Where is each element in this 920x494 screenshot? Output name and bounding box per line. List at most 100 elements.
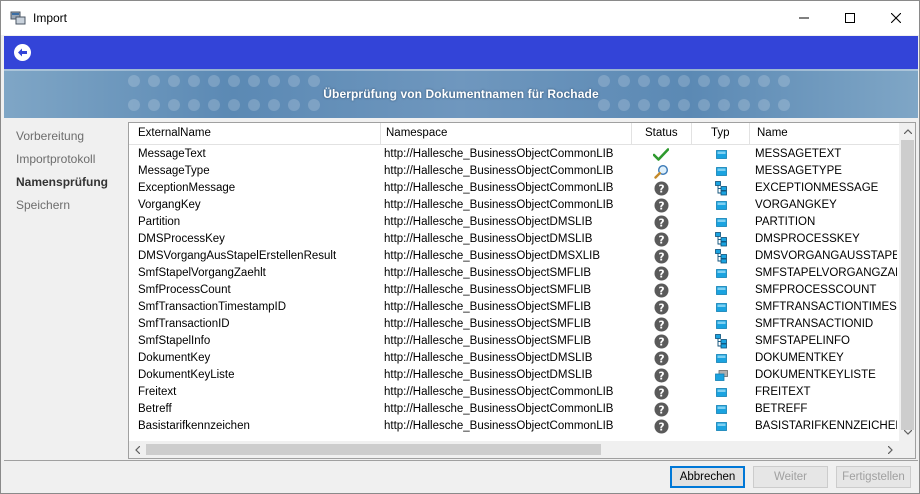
- table-row[interactable]: DMSProcessKey http://Hallesche_BusinessOb…: [129, 231, 899, 248]
- question-icon: ?: [652, 401, 670, 418]
- scroll-down-icon[interactable]: [899, 424, 915, 441]
- list-icon: [712, 367, 730, 384]
- question-icon: ?: [652, 248, 670, 265]
- import-window: Import Überprüfung von Dokumentnamen für…: [0, 0, 920, 494]
- question-icon: ?: [652, 180, 670, 197]
- table-row[interactable]: SmfTransactionID http://Hallesche_Busines…: [129, 316, 899, 333]
- field-icon: [712, 384, 730, 401]
- table-row[interactable]: SmfTransactionTimestampID http://Hallesch…: [129, 299, 899, 316]
- table-row[interactable]: DokumentKeyListe http://Hallesche_Busines…: [129, 367, 899, 384]
- table-row[interactable]: Partition http://Hallesche_BusinessObject…: [129, 214, 899, 231]
- horizontal-scrollbar[interactable]: [129, 441, 899, 458]
- column-separator[interactable]: [631, 123, 632, 145]
- cell-namespace: http://Hallesche_BusinessObjectCommonLIB: [384, 182, 614, 194]
- column-separator[interactable]: [380, 123, 381, 145]
- finish-button[interactable]: Fertigstellen: [836, 466, 911, 488]
- table-row[interactable]: Betreff http://Hallesche_BusinessObjectCo…: [129, 401, 899, 418]
- table-row[interactable]: VorgangKey http://Hallesche_BusinessObjec…: [129, 197, 899, 214]
- cell-namespace: http://Hallesche_BusinessObjectCommonLIB: [384, 420, 614, 432]
- svg-text:?: ?: [658, 421, 664, 433]
- column-separator[interactable]: [691, 123, 692, 145]
- table-row[interactable]: SmfStapelInfo http://Hallesche_BusinessOb…: [129, 333, 899, 350]
- maximize-button[interactable]: [827, 1, 873, 35]
- table-row[interactable]: MessageText http://Hallesche_BusinessObje…: [129, 146, 899, 163]
- cell-namespace: http://Hallesche_BusinessObjectDMSLIB: [384, 369, 593, 381]
- field-icon: [712, 265, 730, 282]
- cancel-button[interactable]: Abbrechen: [670, 466, 745, 488]
- cell-external-name: SmfTransactionID: [138, 318, 230, 330]
- cell-name: PARTITION: [755, 216, 816, 228]
- column-header-externalname[interactable]: ExternalName: [138, 127, 211, 139]
- scroll-up-icon[interactable]: [899, 123, 915, 140]
- vertical-scroll-thumb[interactable]: [901, 140, 914, 430]
- nav-item-importprotokoll[interactable]: Importprotokoll: [16, 152, 95, 166]
- nav-item-speichern[interactable]: Speichern: [16, 198, 70, 212]
- question-icon: ?: [652, 333, 670, 350]
- wizard-steps-nav: Vorbereitung Importprotokoll Namensprüfu…: [4, 119, 128, 459]
- table-row[interactable]: SmfProcessCount http://Hallesche_Business…: [129, 282, 899, 299]
- cell-external-name: DokumentKey: [138, 352, 211, 364]
- cell-namespace: http://Hallesche_BusinessObjectDMSLIB: [384, 216, 593, 228]
- field-icon: [712, 350, 730, 367]
- structure-icon: [712, 333, 730, 350]
- cell-external-name: MessageText: [138, 148, 206, 160]
- field-icon: [712, 146, 730, 163]
- cell-name: FREITEXT: [755, 386, 811, 398]
- table-body: MessageText http://Hallesche_BusinessObje…: [129, 146, 899, 435]
- question-icon: ?: [652, 418, 670, 435]
- svg-text:?: ?: [658, 387, 664, 399]
- column-header-namespace[interactable]: Namespace: [386, 127, 447, 139]
- cell-name: SMFTRANSACTIONID: [755, 318, 874, 330]
- cell-namespace: http://Hallesche_BusinessObjectCommonLIB: [384, 148, 614, 160]
- nav-item-namenspruefung[interactable]: Namensprüfung: [16, 175, 108, 189]
- cell-namespace: http://Hallesche_BusinessObjectSMFLIB: [384, 284, 592, 296]
- cell-external-name: Betreff: [138, 403, 172, 415]
- table-row[interactable]: DokumentKey http://Hallesche_BusinessObje…: [129, 350, 899, 367]
- question-icon: ?: [652, 231, 670, 248]
- table-row[interactable]: Freitext http://Hallesche_BusinessObjectC…: [129, 384, 899, 401]
- table-header: ExternalName Namespace Status Typ Name: [129, 123, 899, 145]
- svg-text:?: ?: [658, 370, 664, 382]
- column-header-typ[interactable]: Typ: [711, 127, 730, 139]
- table-row[interactable]: Basistarifkennzeichen http://Hallesche_Bu…: [129, 418, 899, 435]
- field-icon: [712, 299, 730, 316]
- scrollbar-corner: [899, 441, 915, 458]
- table-row[interactable]: MessageType http://Hallesche_BusinessObje…: [129, 163, 899, 180]
- cell-name: DOKUMENTKEY: [755, 352, 844, 364]
- table-row[interactable]: ExceptionMessage http://Hallesche_Busines…: [129, 180, 899, 197]
- svg-text:?: ?: [658, 183, 664, 195]
- cell-external-name: DokumentKeyListe: [138, 369, 235, 381]
- field-icon: [712, 282, 730, 299]
- minimize-button[interactable]: [781, 1, 827, 35]
- question-icon: ?: [652, 282, 670, 299]
- window-title: Import: [33, 11, 68, 25]
- next-button[interactable]: Weiter: [753, 466, 828, 488]
- horizontal-scroll-thumb[interactable]: [146, 444, 601, 455]
- column-separator[interactable]: [749, 123, 750, 145]
- vertical-scrollbar[interactable]: [899, 123, 915, 441]
- cell-namespace: http://Hallesche_BusinessObjectCommonLIB: [384, 403, 614, 415]
- scroll-right-icon[interactable]: [882, 441, 899, 458]
- cell-namespace: http://Hallesche_BusinessObjectSMFLIB: [384, 301, 592, 313]
- cell-external-name: MessageType: [138, 165, 210, 177]
- search-icon: [652, 163, 670, 180]
- table-row[interactable]: SmfStapelVorgangZaehlt http://Hallesche_B…: [129, 265, 899, 282]
- question-icon: ?: [652, 265, 670, 282]
- scroll-left-icon[interactable]: [129, 441, 146, 458]
- field-icon: [712, 418, 730, 435]
- svg-text:?: ?: [658, 200, 664, 212]
- cell-namespace: http://Hallesche_BusinessObjectSMFLIB: [384, 335, 592, 347]
- cell-namespace: http://Hallesche_BusinessObjectCommonLIB: [384, 165, 614, 177]
- table-row[interactable]: DMSVorgangAusStapelErstellenResult http:/…: [129, 248, 899, 265]
- question-icon: ?: [652, 197, 670, 214]
- column-header-name[interactable]: Name: [757, 127, 788, 139]
- cell-name: MESSAGETYPE: [755, 165, 842, 177]
- svg-text:?: ?: [658, 234, 664, 246]
- close-button[interactable]: [873, 1, 919, 35]
- structure-icon: [712, 231, 730, 248]
- column-header-status[interactable]: Status: [645, 127, 678, 139]
- name-check-table: ExternalName Namespace Status Typ Name M…: [128, 122, 916, 459]
- back-arrow-icon[interactable]: [14, 44, 31, 61]
- cell-name: SMFSTAPELINFO: [755, 335, 850, 347]
- nav-item-vorbereitung[interactable]: Vorbereitung: [16, 129, 84, 143]
